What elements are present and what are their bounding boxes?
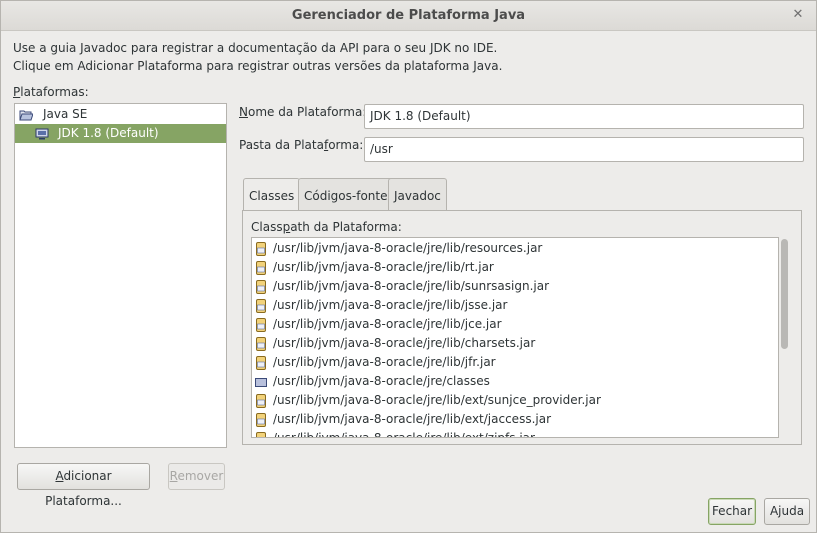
classes-tab-panel: Classpath da Plataforma: /usr/lib/jvm/ja… — [242, 210, 802, 445]
classpath-item[interactable]: /usr/lib/jvm/java-8-oracle/jre/lib/jce.j… — [252, 315, 778, 334]
platform-folder-label: Pasta da Plataforma: — [239, 138, 363, 152]
platforms-label-rest: lataformas: — [20, 85, 89, 99]
folder-open-icon — [19, 108, 34, 121]
folder-icon — [255, 375, 267, 389]
info-text: Use a guia Javadoc para registrar a docu… — [13, 39, 502, 75]
classpath-item-path: /usr/lib/jvm/java-8-oracle/jre/classes — [273, 374, 490, 388]
jar-icon — [255, 432, 267, 437]
tree-item-label: JDK 1.8 (Default) — [58, 126, 159, 140]
title-bar[interactable]: Gerenciador de Plataforma Java ✕ — [1, 1, 816, 31]
tree-item-jdk-1-8[interactable]: JDK 1.8 (Default) — [15, 124, 226, 143]
help-button[interactable]: Ajuda — [764, 498, 810, 525]
tab-source-codes[interactable]: Códigos-fonte — [298, 178, 394, 210]
classpath-item[interactable]: /usr/lib/jvm/java-8-oracle/jre/lib/resou… — [252, 239, 778, 258]
classpath-item[interactable]: /usr/lib/jvm/java-8-oracle/jre/lib/chars… — [252, 334, 778, 353]
platform-folder-field[interactable]: /usr — [364, 137, 804, 162]
classpath-item[interactable]: /usr/lib/jvm/java-8-oracle/jre/lib/rt.ja… — [252, 258, 778, 277]
classpath-item-path: /usr/lib/jvm/java-8-oracle/jre/lib/rt.ja… — [273, 260, 494, 274]
close-icon[interactable]: ✕ — [790, 7, 806, 23]
classpath-item-path: /usr/lib/jvm/java-8-oracle/jre/lib/ext/s… — [273, 393, 601, 407]
platform-manager-dialog: Gerenciador de Plataforma Java ✕ Use a g… — [0, 0, 817, 533]
tree-item-label: Java SE — [43, 107, 88, 121]
classpath-item[interactable]: /usr/lib/jvm/java-8-oracle/jre/lib/jfr.j… — [252, 353, 778, 372]
classpath-item[interactable]: /usr/lib/jvm/java-8-oracle/jre/lib/jsse.… — [252, 296, 778, 315]
classpath-item-path: /usr/lib/jvm/java-8-oracle/jre/lib/ext/j… — [273, 412, 552, 426]
remove-button[interactable]: Remover — [168, 463, 225, 490]
jdk-platform-icon — [35, 127, 49, 140]
platform-name-label-rest: ome da Plataforma: — [247, 105, 367, 119]
info-line-2: Clique em Adicionar Plataforma para regi… — [13, 59, 503, 73]
classpath-item-path: /usr/lib/jvm/java-8-oracle/jre/lib/jsse.… — [273, 298, 508, 312]
platform-name-label: Nome da Plataforma: — [239, 105, 366, 119]
classpath-item-path: /usr/lib/jvm/java-8-oracle/jre/lib/chars… — [273, 336, 536, 350]
tab-javadoc[interactable]: Javadoc — [388, 178, 447, 210]
jar-icon — [255, 280, 267, 294]
add-platform-button[interactable]: Adicionar Plataforma... — [17, 463, 150, 508]
classpath-item-path: /usr/lib/jvm/java-8-oracle/jre/lib/resou… — [273, 241, 543, 255]
classpath-label-pre: Class — [251, 220, 283, 234]
jar-icon — [255, 356, 267, 370]
tree-item-java-se[interactable]: Java SE — [15, 105, 226, 124]
platforms-tree[interactable]: Java SE JDK 1.8 (Default) — [14, 103, 227, 448]
platform-name-field[interactable]: JDK 1.8 (Default) — [364, 104, 804, 129]
tab-classes[interactable]: Classes — [243, 178, 301, 211]
classpath-item-path: /usr/lib/jvm/java-8-oracle/jre/lib/sunrs… — [273, 279, 550, 293]
platform-name-label-mnemonic: N — [239, 105, 248, 119]
classpath-item[interactable]: /usr/lib/jvm/java-8-oracle/jre/lib/ext/s… — [252, 391, 778, 410]
jar-icon — [255, 318, 267, 332]
platform-folder-label-post: orma: — [328, 138, 364, 152]
platforms-label: Plataformas: — [13, 85, 89, 99]
classpath-label-post: ath da Plataforma: — [290, 220, 402, 234]
close-button[interactable]: Fechar — [708, 498, 756, 525]
jar-icon — [255, 299, 267, 313]
classpath-label: Classpath da Plataforma: — [251, 220, 402, 234]
classpath-item[interactable]: /usr/lib/jvm/java-8-oracle/jre/classes — [252, 372, 778, 391]
jar-icon — [255, 394, 267, 408]
classpath-list[interactable]: /usr/lib/jvm/java-8-oracle/jre/lib/resou… — [251, 237, 779, 438]
platform-folder-label-pre: Pasta da Plata — [239, 138, 324, 152]
remove-label: emover — [177, 469, 224, 483]
window-title: Gerenciador de Plataforma Java — [291, 8, 526, 23]
classpath-item[interactable]: /usr/lib/jvm/java-8-oracle/jre/lib/ext/z… — [252, 429, 778, 438]
classpath-item-path: /usr/lib/jvm/java-8-oracle/jre/lib/ext/z… — [273, 431, 535, 438]
classpath-item[interactable]: /usr/lib/jvm/java-8-oracle/jre/lib/sunrs… — [252, 277, 778, 296]
classpath-item-path: /usr/lib/jvm/java-8-oracle/jre/lib/jfr.j… — [273, 355, 496, 369]
info-line-1: Use a guia Javadoc para registrar a docu… — [13, 41, 498, 55]
classpath-item-path: /usr/lib/jvm/java-8-oracle/jre/lib/jce.j… — [273, 317, 502, 331]
classpath-item[interactable]: /usr/lib/jvm/java-8-oracle/jre/lib/ext/j… — [252, 410, 778, 429]
jar-icon — [255, 413, 267, 427]
jar-icon — [255, 261, 267, 275]
jar-icon — [255, 242, 267, 256]
scrollbar-thumb[interactable] — [781, 239, 788, 349]
jar-icon — [255, 337, 267, 351]
classpath-scrollbar[interactable] — [779, 237, 795, 438]
